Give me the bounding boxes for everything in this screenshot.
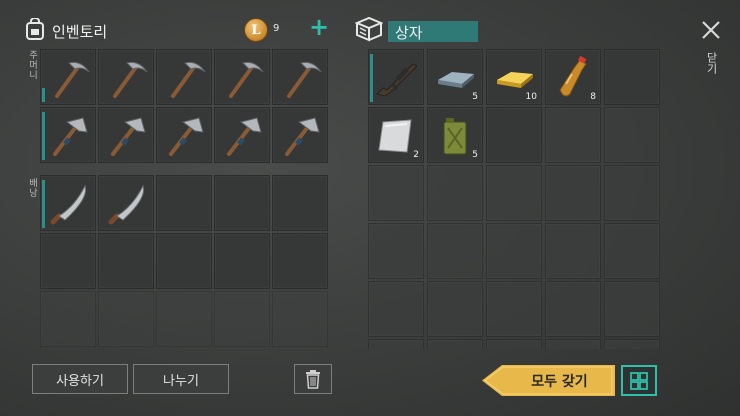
inventory-slot[interactable]	[98, 233, 154, 289]
box-slot-jerrycan[interactable]: 5	[427, 107, 483, 163]
box-slot[interactable]	[368, 165, 424, 221]
box-slot[interactable]	[486, 223, 542, 279]
box-grid: 5 10 8 2 5	[368, 49, 661, 349]
box-slot[interactable]	[545, 281, 601, 337]
inventory-slot[interactable]	[98, 291, 154, 347]
box-slot[interactable]	[427, 281, 483, 337]
box-slot-bottle[interactable]: 8	[545, 49, 601, 105]
backpack-icon	[26, 18, 44, 40]
box-slot[interactable]	[368, 281, 424, 337]
coin-count: 9	[273, 23, 280, 34]
take-all-button[interactable]: 모두 갖기	[482, 365, 615, 396]
box-slot[interactable]	[486, 165, 542, 221]
inventory-slot[interactable]	[272, 49, 328, 105]
inventory-slot[interactable]	[272, 233, 328, 289]
pickaxe-icon	[287, 61, 322, 98]
machete-icon	[50, 184, 87, 225]
layout-toggle-button[interactable]	[621, 365, 657, 396]
inventory-slot[interactable]	[214, 291, 270, 347]
inventory-slot[interactable]	[156, 175, 212, 231]
grid-icon	[630, 371, 648, 390]
inventory-slot[interactable]	[214, 107, 270, 163]
pickaxe-icon	[171, 61, 206, 98]
item-qty: 10	[525, 92, 537, 102]
backpack-label: 배낭	[27, 178, 37, 198]
item-qty: 2	[413, 150, 419, 160]
inventory-slot[interactable]	[98, 49, 154, 105]
box-slot[interactable]	[604, 223, 660, 279]
box-title: 상자	[395, 24, 423, 42]
inventory-slot[interactable]	[98, 175, 154, 231]
backpack-grid	[40, 175, 328, 347]
inventory-slot[interactable]	[214, 233, 270, 289]
inventory-slot[interactable]	[214, 175, 270, 231]
hatchet-icon	[285, 117, 320, 156]
close-label[interactable]: 닫기	[703, 52, 719, 74]
box-slot[interactable]	[368, 339, 424, 349]
inventory-slot[interactable]	[156, 49, 212, 105]
box-slot[interactable]	[427, 339, 483, 349]
pickaxe-icon	[113, 61, 148, 98]
box-slot[interactable]	[545, 107, 601, 163]
take-all-label: 모두 갖기	[531, 373, 588, 390]
box-slot[interactable]	[604, 107, 660, 163]
hatchet-icon	[169, 117, 204, 156]
box-slot[interactable]	[486, 281, 542, 337]
box-slot-rifle[interactable]	[368, 49, 424, 105]
box-slot[interactable]	[604, 339, 660, 349]
machete-icon	[108, 184, 145, 225]
close-icon[interactable]	[700, 19, 722, 41]
box-slot[interactable]	[545, 165, 601, 221]
pickaxe-icon	[55, 61, 90, 98]
box-slot[interactable]	[604, 165, 660, 221]
hatchet-icon	[111, 117, 146, 156]
inventory-title: 인벤토리	[52, 23, 108, 41]
pickaxe-icon	[229, 61, 264, 98]
inventory-slot[interactable]	[156, 107, 212, 163]
inventory-slot[interactable]	[272, 291, 328, 347]
box-slot[interactable]	[545, 223, 601, 279]
inventory-slot[interactable]	[272, 107, 328, 163]
box-slot-gold-ingot[interactable]: 10	[486, 49, 542, 105]
inventory-slot[interactable]	[40, 49, 96, 105]
box-slot-metal-plate[interactable]: 2	[368, 107, 424, 163]
inventory-slot[interactable]	[40, 291, 96, 347]
trash-icon	[306, 370, 320, 389]
add-coins-button[interactable]: +	[308, 15, 330, 40]
box-slot[interactable]	[368, 223, 424, 279]
inventory-slot[interactable]	[156, 291, 212, 347]
split-button[interactable]: 나누기	[133, 364, 229, 394]
box-slot[interactable]	[427, 165, 483, 221]
rifle-icon	[376, 63, 418, 97]
inventory-slot[interactable]	[98, 107, 154, 163]
inventory-slot[interactable]	[272, 175, 328, 231]
item-qty: 5	[472, 150, 478, 160]
box-slot[interactable]	[604, 281, 660, 337]
box-slot[interactable]	[545, 339, 601, 349]
inventory-slot[interactable]	[40, 233, 96, 289]
crate-icon	[355, 16, 383, 42]
box-slot[interactable]	[604, 49, 660, 105]
box-slot[interactable]	[427, 223, 483, 279]
pocket-label: 주머니	[27, 50, 37, 80]
inventory-slot[interactable]	[214, 49, 270, 105]
pocket-grid	[40, 49, 328, 163]
hatchet-icon	[53, 117, 88, 156]
inventory-slot[interactable]	[156, 233, 212, 289]
inventory-slot[interactable]	[40, 107, 96, 163]
item-qty: 5	[472, 92, 478, 102]
use-button[interactable]: 사용하기	[32, 364, 128, 394]
box-slot[interactable]	[486, 339, 542, 349]
box-slot-iron-ingot[interactable]: 5	[427, 49, 483, 105]
coin-icon: L	[244, 18, 268, 42]
inventory-slot[interactable]	[40, 175, 96, 231]
hatchet-icon	[227, 117, 262, 156]
box-slot[interactable]	[486, 107, 542, 163]
item-qty: 8	[590, 92, 596, 102]
trash-button[interactable]	[294, 364, 332, 394]
